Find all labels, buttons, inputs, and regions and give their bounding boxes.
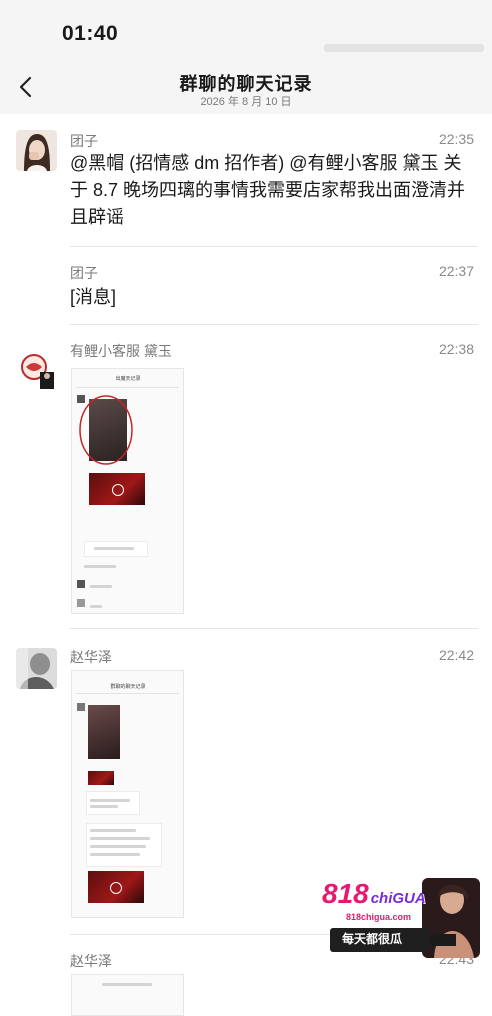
watermark-brand-number: 818	[322, 878, 369, 909]
image-attachment[interactable]: 群聊的聊天记录	[71, 670, 184, 918]
message-item: 团子 22:37 [消息]	[0, 262, 492, 326]
avatar[interactable]	[16, 130, 57, 171]
message-text: @黑帽 (招情感 dm 招作者) @有鲤小客服 黛玉 关 于 8.7 晚场四璃的…	[70, 150, 480, 231]
play-icon	[110, 882, 122, 894]
avatar-logo-icon	[16, 350, 57, 391]
watermark-brand-suffix: chiGUA	[370, 890, 426, 907]
avatar-girl-icon	[16, 130, 57, 171]
message-time: 22:37	[438, 263, 474, 279]
sender-name: 有鲤小客服 黛玉	[70, 343, 172, 359]
screenshot-title: 群聊的聊天记录	[110, 684, 146, 690]
sender-name: 赵华泽	[70, 649, 112, 665]
page-date: 2026 年 8 月 10 日	[200, 96, 292, 108]
sender-name: 团子	[70, 265, 98, 281]
divider	[70, 628, 478, 629]
image-attachment[interactable]: 出魔天记录	[71, 368, 184, 614]
sender-name: 团子	[70, 133, 98, 149]
divider	[70, 324, 478, 325]
status-indicator-bar	[324, 44, 484, 52]
screenshot-title: 出魔天记录	[115, 376, 141, 382]
sender-name: 赵华泽	[70, 953, 112, 969]
message-text[interactable]: [消息]	[70, 284, 480, 311]
message-time: 22:42	[438, 647, 474, 663]
avatar[interactable]	[16, 350, 57, 391]
message-time: 22:35	[438, 131, 474, 147]
message-text-line: @黑帽 (招情感 dm 招作者) @有鲤小客服 黛玉 关	[70, 153, 462, 173]
watermark-url: 818chigua.com	[346, 912, 412, 922]
message-item: 有鲤小客服 黛玉 22:38 出魔天记录	[0, 340, 492, 630]
message-time: 22:38	[438, 341, 474, 357]
watermark-ad: 818 chiGUA 818chigua.com 每天都很瓜	[318, 876, 482, 960]
play-icon	[112, 484, 124, 496]
watermark-brand: 818 chiGUA	[322, 878, 426, 910]
watermark-slogan: 每天都很瓜	[342, 932, 403, 946]
status-bar: 01:40	[0, 0, 492, 62]
message-text-line: 且辟谣	[70, 207, 124, 227]
message-item: 团子 22:35 @黑帽 (招情感 dm 招作者) @有鲤小客服 黛玉 关 于 …	[0, 130, 492, 250]
avatar-photo-icon	[16, 648, 57, 689]
highlight-circle	[79, 395, 133, 465]
nav-header: 群聊的聊天记录 2026 年 8 月 10 日	[0, 62, 492, 114]
status-time: 01:40	[62, 22, 119, 45]
message-text-line: 于 8.7 晚场四璃的事情我需要店家帮我出面澄清并	[70, 180, 466, 200]
image-attachment[interactable]	[71, 974, 184, 1016]
avatar[interactable]	[16, 648, 57, 689]
divider	[70, 246, 478, 247]
